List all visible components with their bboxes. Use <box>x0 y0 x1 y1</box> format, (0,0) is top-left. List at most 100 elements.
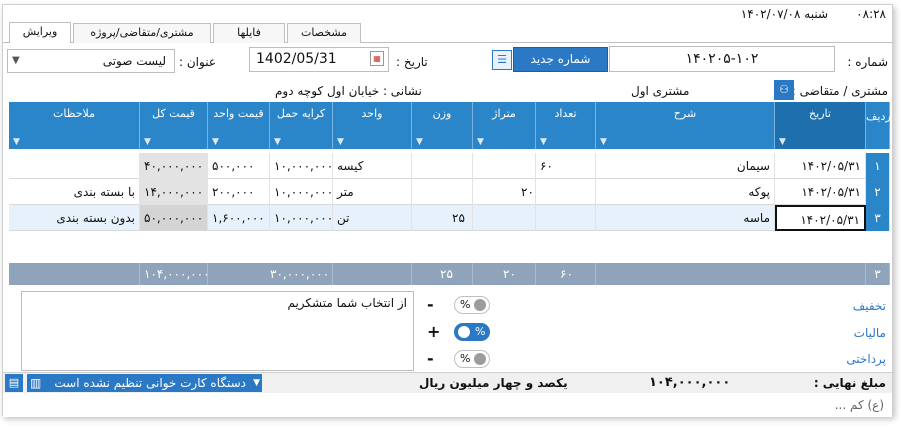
summary-freight: ۳۰,۰۰۰,۰۰۰ <box>208 263 333 285</box>
cell-count[interactable] <box>536 205 596 231</box>
cell-weight[interactable] <box>412 153 473 179</box>
header-unit-price[interactable]: قیمت واحد ▼ <box>208 102 270 149</box>
row-number: ۱ <box>866 153 890 179</box>
tab-edit[interactable]: ویرایش <box>9 22 71 43</box>
filter-icon[interactable]: ▼ <box>144 137 151 147</box>
tab-bar: ویرایش مشتری/متقاضی/پروژه فایلها مشخصات <box>3 21 892 43</box>
cell-freight[interactable]: ۱۰,۰۰۰,۰۰۰ <box>270 179 333 205</box>
cell-description[interactable]: پوکه <box>596 179 775 205</box>
filter-icon[interactable]: ▼ <box>779 137 786 147</box>
header-count[interactable]: تعداد ▼ <box>536 102 596 149</box>
header-total-price[interactable]: قیمت کل ▼ <box>140 102 208 149</box>
filter-icon[interactable]: ▼ <box>600 137 607 147</box>
cell-description[interactable]: سیمان <box>596 153 775 179</box>
cell-total: ۱۴,۰۰۰,۰۰۰ <box>140 179 208 205</box>
title-select[interactable]: ▼ لیست صوتی <box>7 49 175 73</box>
note-text: از انتخاب شما متشکریم <box>287 296 407 310</box>
summary-empty <box>596 263 866 285</box>
table-row[interactable]: ۱ ۱۴۰۲/۰۵/۳۱ سیمان ۶۰ کیسه ۱۰,۰۰۰,۰۰۰ ۵۰… <box>9 153 890 179</box>
cell-unit-price[interactable]: ۵۰۰,۰۰۰ <box>208 153 270 179</box>
final-amount-value: ۱۰۴,۰۰۰,۰۰۰ <box>649 375 731 390</box>
summary-weight: ۲۵ <box>412 263 473 285</box>
header-unit[interactable]: واحد ▼ <box>333 102 412 149</box>
header-description[interactable]: شرح ▼ <box>596 102 775 149</box>
date-value: 1402/05/31 <box>256 51 337 67</box>
table-row-selected[interactable]: ۳ ۱۴۰۲/۰۵/۳۱ ماسه ۲۵ تن ۱۰,۰۰۰,۰۰۰ ۱,۶۰۰… <box>9 205 890 231</box>
adjustments-panel: تخفیف مالیات پرداختی <box>493 289 890 371</box>
cell-date-focused[interactable]: ۱۴۰۲/۰۵/۳۱ <box>775 205 866 231</box>
cell-weight[interactable]: ۲۵ <box>412 205 473 231</box>
filter-icon[interactable]: ▼ <box>274 137 281 147</box>
tax-percent-toggle[interactable]: % <box>454 323 490 341</box>
cell-description[interactable]: ماسه <box>596 205 775 231</box>
number-field[interactable]: ۱۴۰۲۰۵-۱۰۲ <box>609 46 835 72</box>
card-reader-select[interactable]: ▥ ▼ دستگاه کارت خوانی تنظیم نشده است <box>27 374 262 392</box>
calendar-icon[interactable]: ▦ <box>370 51 384 66</box>
filter-icon[interactable]: ▼ <box>477 137 484 147</box>
filter-icon[interactable]: ▼ <box>337 137 344 147</box>
filter-icon[interactable]: ▼ <box>13 137 20 147</box>
cell-count[interactable] <box>536 179 596 205</box>
clock-date: شنبه ۱۴۰۲/۰۷/۰۸ <box>740 7 828 21</box>
percent-sign: % <box>460 352 471 365</box>
cell-unit-price[interactable]: ۲۰۰,۰۰۰ <box>208 179 270 205</box>
settings-icon[interactable]: ▤ <box>5 374 23 392</box>
tax-plus[interactable]: + <box>427 322 440 341</box>
tab-files[interactable]: فایلها <box>213 23 285 43</box>
items-table: ردیف تاریخ ▼ شرح ▼ تعداد ▼ متراژ ▼ وزن ▼ واحد… <box>9 102 891 285</box>
chevron-down-icon: ▼ <box>12 55 20 66</box>
filter-icon[interactable]: ▼ <box>212 137 219 147</box>
header-row-number[interactable]: ردیف <box>866 102 891 149</box>
payment-label[interactable]: پرداختی <box>846 352 886 366</box>
discount-percent-toggle[interactable]: % <box>454 296 490 314</box>
cell-unit-price[interactable]: ۱,۶۰۰,۰۰۰ <box>208 205 270 231</box>
cell-unit[interactable]: متر <box>333 179 412 205</box>
header-date[interactable]: تاریخ ▼ <box>775 102 866 149</box>
bottom-strip: (ع) کم ... <box>3 393 892 417</box>
cell-unit[interactable]: تن <box>333 205 412 231</box>
cell-date[interactable]: ۱۴۰۲/۰۵/۳۱ <box>775 153 866 179</box>
header-area[interactable]: متراژ ▼ <box>473 102 536 149</box>
cell-freight[interactable]: ۱۰,۰۰۰,۰۰۰ <box>270 205 333 231</box>
cell-total: ۵۰,۰۰۰,۰۰۰ <box>140 205 208 231</box>
list-icon[interactable]: ☰ <box>492 50 512 70</box>
tab-details[interactable]: مشخصات <box>287 23 361 43</box>
table-row[interactable]: ۲ ۱۴۰۲/۰۵/۳۱ پوکه ۲۰ متر ۱۰,۰۰۰,۰۰۰ ۲۰۰,… <box>9 179 890 205</box>
filter-icon[interactable]: ▼ <box>540 137 547 147</box>
final-amount-words: یکصد و چهار میلیون ریال <box>419 376 568 390</box>
cell-total: ۴۰,۰۰۰,۰۰۰ <box>140 153 208 179</box>
tax-label[interactable]: مالیات <box>854 326 886 340</box>
card-reader-icon: ▥ <box>30 376 42 390</box>
cell-notes[interactable]: بدون بسته بندی <box>9 205 140 231</box>
header-notes[interactable]: ملاحظات ▼ <box>9 102 140 149</box>
toggle-knob <box>474 299 486 311</box>
cell-date[interactable]: ۱۴۰۲/۰۵/۳۱ <box>775 179 866 205</box>
payment-minus[interactable]: - <box>427 349 434 368</box>
discount-label[interactable]: تخفیف <box>853 299 886 313</box>
cell-count[interactable]: ۶۰ <box>536 153 596 179</box>
tab-customer-project[interactable]: مشتری/متقاضی/پروژه <box>73 23 211 43</box>
customer-value: مشتری اول <box>631 84 690 98</box>
cell-weight[interactable] <box>412 179 473 205</box>
row-number: ۳ <box>866 205 890 231</box>
payment-percent-toggle[interactable]: % <box>454 350 490 368</box>
customer-group-icon[interactable]: ⚇ <box>774 80 794 100</box>
cell-area[interactable]: ۲۰ <box>473 179 536 205</box>
new-number-button[interactable]: شماره جدید <box>513 47 608 72</box>
summary-total: ۱۰۴,۰۰۰,۰۰۰ <box>140 263 208 285</box>
cell-unit[interactable]: کیسه <box>333 153 412 179</box>
cell-freight[interactable]: ۱۰,۰۰۰,۰۰۰ <box>270 153 333 179</box>
filter-icon[interactable]: ▼ <box>416 137 423 147</box>
header-weight[interactable]: وزن ▼ <box>412 102 473 149</box>
toggle-knob <box>474 353 486 365</box>
cell-area[interactable] <box>473 205 536 231</box>
header-freight[interactable]: کرایه حمل ▼ <box>270 102 333 149</box>
cell-notes[interactable] <box>9 153 140 179</box>
cell-notes[interactable]: با بسته بندی <box>9 179 140 205</box>
summary-notes <box>9 263 140 285</box>
note-textarea[interactable]: از انتخاب شما متشکریم <box>21 291 414 371</box>
cell-area[interactable] <box>473 153 536 179</box>
discount-minus[interactable]: - <box>427 295 434 314</box>
row-number: ۲ <box>866 179 890 205</box>
date-field[interactable]: 1402/05/31 ▦ <box>249 47 389 72</box>
